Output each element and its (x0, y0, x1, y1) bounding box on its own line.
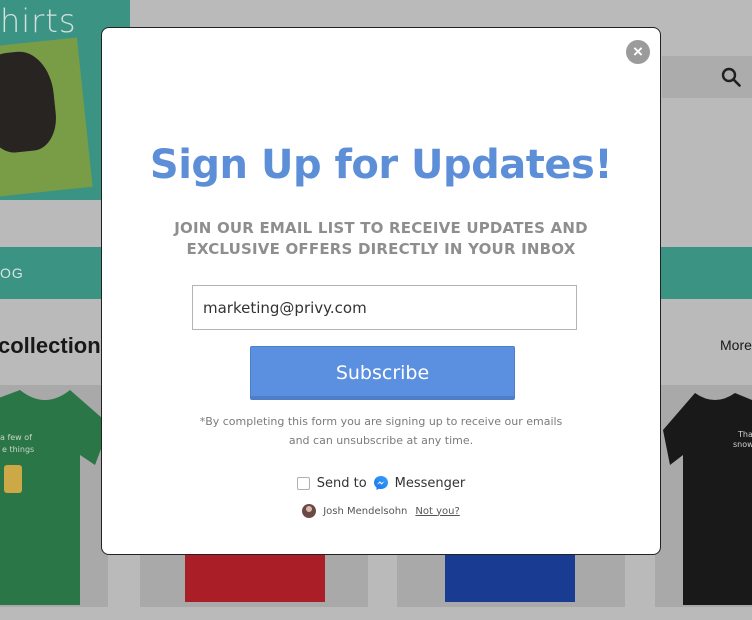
disclaimer-line: *By completing this form you are signing… (199, 415, 563, 428)
modal-subtitle: JOIN OUR EMAIL LIST TO RECEIVE UPDATES A… (142, 218, 620, 260)
send-to-label: Send to (316, 475, 367, 491)
user-identity: Josh Mendelsohn Not you? (102, 502, 660, 520)
messenger-icon (373, 476, 388, 490)
user-name: Josh Mendelsohn (323, 505, 408, 517)
modal-title: Sign Up for Updates! (149, 142, 613, 188)
not-you-link[interactable]: Not you? (415, 506, 459, 517)
subtitle-line: JOIN OUR EMAIL LIST TO RECEIVE UPDATES A… (174, 219, 588, 237)
avatar (302, 504, 317, 518)
close-button[interactable]: × (626, 40, 650, 64)
close-icon: × (633, 42, 643, 61)
messenger-optin: Send to Messenger (102, 473, 660, 493)
email-field[interactable] (192, 285, 577, 330)
messenger-label: Messenger (394, 475, 466, 491)
subtitle-line: EXCLUSIVE OFFERS DIRECTLY IN YOUR INBOX (186, 240, 576, 258)
messenger-checkbox[interactable] (296, 476, 310, 490)
signup-modal: × Sign Up for Updates! JOIN OUR EMAIL LI… (101, 27, 661, 555)
disclaimer-text: *By completing this form you are signing… (162, 412, 600, 450)
subscribe-button[interactable]: Subscribe (250, 346, 515, 400)
disclaimer-line: and can unsubscribe at any time. (288, 434, 474, 447)
